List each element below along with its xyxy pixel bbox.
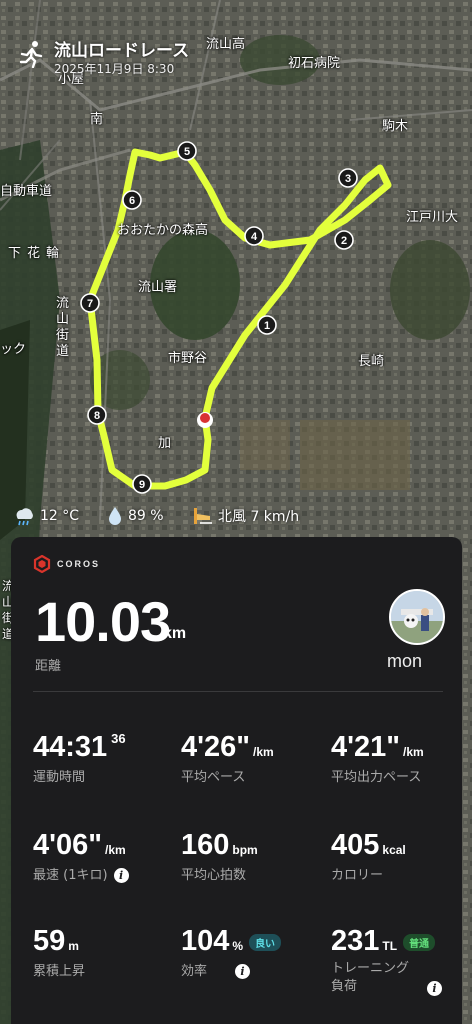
user-name: mon: [387, 651, 423, 671]
stat-training-load: 231 TL 普通 トレーニング 負荷 i: [331, 925, 442, 996]
map-label: 江戸川大: [406, 210, 459, 225]
avatar-image: [391, 591, 443, 643]
km-marker: 8: [87, 405, 107, 425]
map-label: 加: [158, 436, 172, 451]
fastest-label: 最速 (1キロ): [33, 868, 108, 883]
svg-text:3: 3: [345, 173, 351, 185]
map-label: 自動車道: [0, 184, 53, 199]
km-marker: 5: [177, 141, 197, 161]
svg-text:7: 7: [87, 298, 93, 310]
calories-unit: kcal: [382, 843, 406, 857]
svg-text:9: 9: [139, 479, 145, 491]
wind-value: 北風 7 km/h: [218, 509, 300, 525]
rain-cloud-icon: [16, 508, 33, 526]
avg-power-pace-label: 平均出力ペース: [331, 770, 422, 785]
avg-power-pace-value: 4'21": [331, 731, 401, 763]
brand-name: COROS: [57, 559, 101, 569]
avg-pace-unit: /km: [253, 745, 274, 759]
km-marker: 9: [132, 474, 152, 494]
heart-rate-unit: bpm: [232, 843, 258, 857]
info-icon[interactable]: i: [427, 981, 442, 996]
avg-pace-value: 4'26": [181, 731, 251, 763]
stat-efficiency: 104% 良い 効率 i: [181, 925, 282, 979]
km-marker: 6: [122, 190, 142, 210]
distance-value: 10.03: [35, 590, 171, 653]
km-marker: 7: [80, 293, 100, 313]
activity-date: 2025年11月9日 8:30: [54, 62, 175, 76]
svg-text:8: 8: [94, 410, 100, 422]
stat-calories: 405 kcal カロリー: [331, 829, 406, 883]
temperature: 12 °C: [12, 506, 79, 526]
stat-heart-rate: 160 bpm 平均心拍数: [181, 829, 258, 883]
map-label: 流山高: [206, 37, 246, 52]
info-icon[interactable]: i: [113, 868, 129, 883]
heart-rate-value: 160: [181, 829, 230, 861]
humidity: 89 %: [106, 506, 164, 526]
efficiency-unit: %: [232, 939, 244, 953]
avg-power-pace-unit: /km: [403, 745, 424, 759]
activity-title: 流山ロードレース: [54, 41, 190, 61]
stat-fastest: 4'06"/km 最速 (1キロ) i: [33, 829, 129, 883]
time-seconds-fraction: 36: [111, 731, 126, 746]
droplet-icon: [109, 507, 121, 525]
fastest-unit: /km: [105, 843, 126, 857]
svg-text:6: 6: [129, 195, 135, 207]
brand-logo: COROS: [33, 555, 100, 573]
elevation-value: 59: [33, 925, 66, 957]
km-marker: 2: [334, 230, 354, 250]
efficiency-label: 効率: [181, 964, 208, 979]
map-label: 流山街道: [56, 296, 70, 359]
fastest-value: 4'06": [33, 829, 103, 861]
efficiency-value: 104: [181, 925, 230, 957]
km-marker: 4: [244, 226, 264, 246]
map-label: 流山署: [138, 280, 178, 295]
svg-text:5: 5: [184, 146, 190, 158]
stat-avg-pace: 4'26"/km 平均ペース: [181, 731, 274, 785]
wind: 北風 7 km/h: [192, 506, 299, 526]
calories-label: カロリー: [331, 868, 384, 883]
weather-row: 12 °C 89 % 北風 7 km/h: [12, 506, 472, 528]
stats-card: COROS 10.03 km 距離 mon 44:31 36 運動時間 4'26"…: [11, 537, 462, 1024]
runner-icon: [19, 41, 43, 68]
map-label: おおたかの森高: [117, 223, 209, 238]
temperature-value: 12 °C: [40, 508, 80, 524]
map-label: 初石病院: [288, 56, 341, 71]
stat-time: 44:31 36 運動時間: [33, 731, 126, 785]
time-label: 運動時間: [33, 770, 86, 785]
map-label: 南: [90, 112, 104, 127]
elevation-unit: m: [68, 939, 79, 953]
km-marker: 1: [257, 315, 277, 335]
training-load-value: 231: [331, 925, 380, 957]
training-load-badge: 普通: [403, 933, 436, 951]
info-icon[interactable]: i: [235, 964, 251, 979]
map-label: 下花輪: [8, 246, 66, 261]
svg-text:4: 4: [251, 231, 258, 243]
divider: [33, 691, 443, 692]
training-load-label: トレーニング 負荷: [331, 961, 410, 994]
elevation-label: 累積上昇: [33, 964, 86, 979]
svg-text:1: 1: [264, 320, 270, 332]
map-label: 長崎: [358, 354, 385, 369]
humidity-value: 89 %: [128, 508, 164, 524]
efficiency-badge: 良い: [249, 933, 282, 951]
avg-pace-label: 平均ペース: [181, 770, 246, 785]
map-label: 駒木: [382, 119, 409, 134]
map-label: 市野谷: [168, 351, 208, 366]
calories-value: 405: [331, 829, 380, 861]
svg-text:2: 2: [341, 235, 347, 247]
training-load-unit: TL: [382, 939, 398, 953]
km-marker: 3: [338, 168, 358, 188]
time-value: 44:31: [33, 731, 108, 763]
wind-icon: [194, 508, 212, 524]
avatar[interactable]: [389, 589, 445, 645]
map-label: ック: [0, 342, 27, 357]
stat-avg-power-pace: 4'21"/km 平均出力ペース: [331, 731, 424, 785]
stat-elevation: 59 m 累積上昇: [33, 925, 85, 979]
distance-label: 距離: [35, 659, 62, 674]
heart-rate-label: 平均心拍数: [181, 868, 247, 883]
distance-unit: km: [163, 625, 187, 642]
coros-logo-icon: [33, 555, 51, 573]
